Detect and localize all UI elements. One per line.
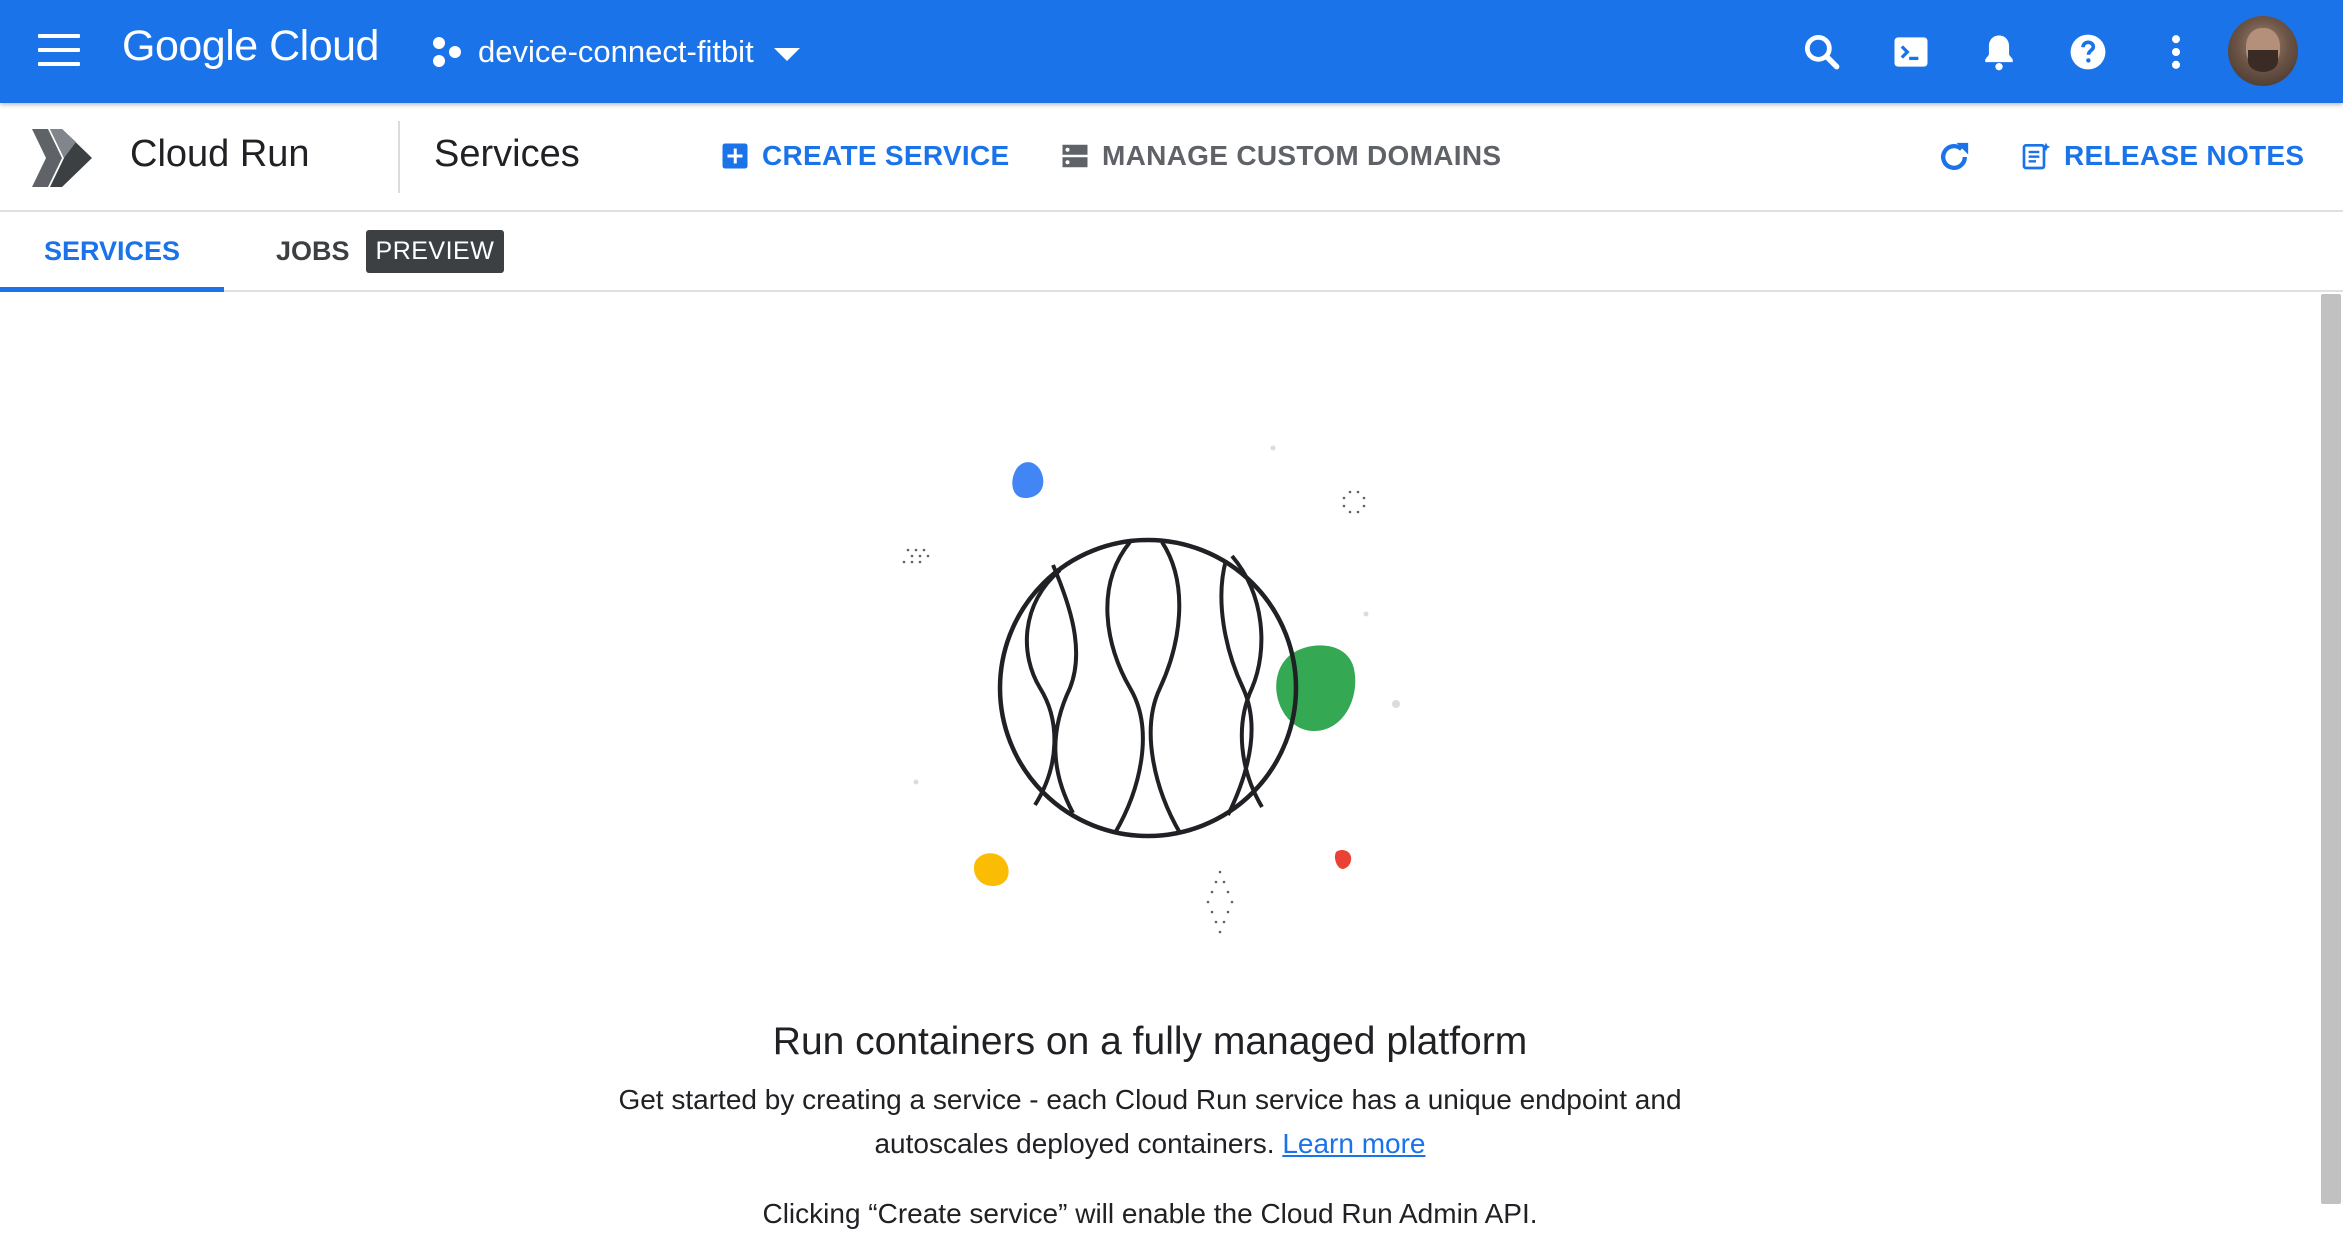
create-service-label: CREATE SERVICE [762, 140, 1010, 171]
chevron-down-icon [773, 47, 800, 61]
red-blob [1334, 849, 1352, 869]
tab-bar: SERVICES JOBS PREVIEW [0, 212, 2343, 292]
tab-jobs[interactable]: JOBS PREVIEW [276, 212, 505, 290]
tab-services[interactable]: SERVICES [0, 212, 224, 292]
add-box-icon [722, 143, 748, 169]
cloud-run-icon [32, 129, 92, 187]
top-app-bar: Google Cloud device-connect-fitbit [0, 0, 2343, 103]
green-blob [1276, 645, 1356, 731]
bell-icon[interactable] [1977, 30, 2021, 74]
preview-badge: PREVIEW [365, 229, 505, 273]
search-icon[interactable] [1800, 30, 1844, 74]
help-icon[interactable] [2066, 30, 2110, 74]
manage-custom-domains-label: MANAGE CUSTOM DOMAINS [1102, 140, 1502, 171]
toolbar-divider [398, 121, 400, 193]
page-title: Services [434, 133, 580, 175]
tab-jobs-label: JOBS [276, 235, 350, 266]
terminal-icon[interactable] [1889, 30, 1933, 74]
more-vert-icon[interactable] [2154, 30, 2198, 74]
yellow-blob [973, 853, 1009, 886]
tab-services-label: SERVICES [43, 235, 181, 266]
product-name: Cloud Run [130, 133, 310, 175]
release-notes-icon [2022, 142, 2051, 170]
api-enable-note: Clicking “Create service” will enable th… [762, 1198, 1538, 1229]
page-toolbar: Cloud Run Services CREATE SERVICE MANAGE… [0, 103, 2343, 212]
planet-illustration [902, 445, 1400, 934]
google-cloud-logo[interactable]: Google Cloud [122, 22, 379, 71]
empty-state-headline: Run containers on a fully managed platfo… [772, 1020, 1528, 1063]
create-service-button[interactable]: CREATE SERVICE [720, 133, 1009, 179]
refresh-icon[interactable] [1934, 137, 1974, 177]
project-name: device-connect-fitbit [478, 34, 754, 69]
manage-custom-domains-button[interactable]: MANAGE CUSTOM DOMAINS [1060, 133, 1501, 179]
avatar-beard [2248, 50, 2278, 72]
release-notes-label: RELEASE NOTES [2064, 140, 2305, 171]
menu-icon[interactable] [38, 34, 80, 68]
empty-state-description-text: Get started by creating a service - each… [618, 1084, 1682, 1159]
avatar[interactable] [2228, 16, 2298, 86]
learn-more-link[interactable]: Learn more [1282, 1128, 1425, 1159]
blue-blob [1012, 462, 1044, 498]
scrollbar[interactable] [2321, 294, 2341, 1204]
project-icon [433, 37, 461, 67]
empty-state-description: Get started by creating a service - each… [600, 1078, 1700, 1166]
release-notes-button[interactable]: RELEASE NOTES [2020, 133, 2304, 179]
project-selector[interactable]: device-connect-fitbit [430, 24, 800, 80]
dns-icon [1062, 144, 1088, 168]
